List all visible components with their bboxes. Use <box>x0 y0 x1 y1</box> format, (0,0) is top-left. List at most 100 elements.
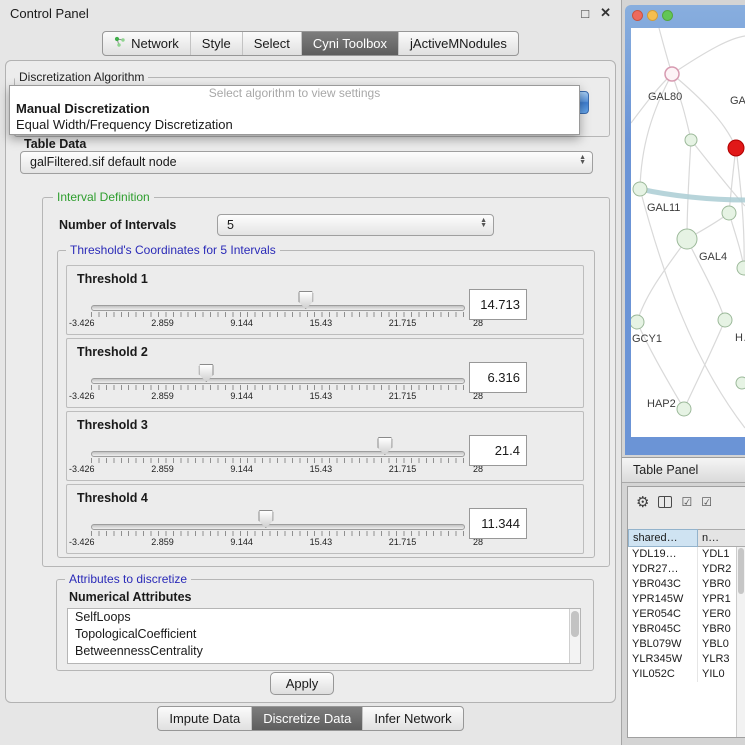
scrollbar-thumb[interactable] <box>738 548 744 594</box>
threshold-label: Threshold 2 <box>77 345 148 359</box>
threshold-panel: Threshold 2 -3.426 2.859 9.144 15.43 21.… <box>66 338 584 408</box>
network-view-window: GAL80 GA… GAL11 GAL4 GCY1 H… HAP2 <box>625 5 745 455</box>
tab-label: Style <box>202 36 231 51</box>
threshold-value-field[interactable]: 14.713 <box>469 289 527 320</box>
table-row[interactable]: YDL19…YDL1 <box>628 547 745 562</box>
tick-label: 2.859 <box>151 464 174 474</box>
tab-jactivemnodules[interactable]: jActiveMNodules <box>398 32 518 55</box>
tick-label: 15.43 <box>310 464 333 474</box>
network-node[interactable] <box>722 206 736 220</box>
tab-select[interactable]: Select <box>242 32 301 55</box>
table-row[interactable]: YBR045CYBR0 <box>628 622 745 637</box>
mac-minimize-button[interactable] <box>647 10 658 21</box>
node-label: H… <box>735 332 745 344</box>
float-window-icon[interactable]: □ <box>581 6 589 21</box>
table-data-combobox[interactable]: galFiltered.sif default node ▲▼ <box>20 151 593 174</box>
slider-scale: -3.426 2.859 9.144 15.43 21.715 28 <box>69 464 483 474</box>
mac-zoom-button[interactable] <box>662 10 673 21</box>
network-node[interactable] <box>718 313 732 327</box>
table-cell: YIL052C <box>628 667 698 682</box>
threshold-label: Threshold 4 <box>77 491 148 505</box>
table-cell: YPR145W <box>628 592 698 607</box>
gear-icon[interactable]: ⚙ <box>636 493 649 511</box>
attribute-item[interactable]: TopologicalCoefficient <box>68 626 580 643</box>
close-icon[interactable]: ✕ <box>600 5 611 21</box>
network-node-highlighted[interactable] <box>665 67 679 81</box>
network-node[interactable] <box>677 229 697 249</box>
table-row[interactable]: YBR043CYBR0 <box>628 577 745 592</box>
network-canvas[interactable]: GAL80 GA… GAL11 GAL4 GCY1 H… HAP2 <box>631 28 745 437</box>
node-label: HAP2 <box>647 398 676 410</box>
network-node[interactable] <box>737 261 745 275</box>
table-scrollbar[interactable] <box>736 547 745 737</box>
tick-label: 2.859 <box>151 391 174 401</box>
slider-thumb[interactable] <box>258 510 273 528</box>
table-cell: YBL079W <box>628 637 698 652</box>
highlighted-edge[interactable] <box>640 189 745 200</box>
tab-infer-network[interactable]: Infer Network <box>362 707 462 730</box>
table-cell: YER054C <box>628 607 698 622</box>
tick-label: 21.715 <box>389 391 417 401</box>
network-nodes[interactable] <box>631 134 745 416</box>
table-row[interactable]: YLR345WYLR3 <box>628 652 745 667</box>
table-cell: YLR345W <box>628 652 698 667</box>
attribute-item[interactable]: BetweennessCentrality <box>68 643 580 660</box>
network-node[interactable] <box>677 402 691 416</box>
algorithm-option-equal-width[interactable]: Equal Width/Frequency Discretization <box>10 117 579 133</box>
slider-ticks <box>91 458 465 463</box>
tab-label: Infer Network <box>374 711 451 726</box>
slider-thumb[interactable] <box>199 364 214 382</box>
columns-icon[interactable] <box>658 496 672 508</box>
tab-impute-data[interactable]: Impute Data <box>158 707 251 730</box>
combo-spinner-icon: ▲▼ <box>480 218 487 228</box>
table-data-value: galFiltered.sif default node <box>21 152 592 173</box>
cyni-toolbox-panel: Discretization Algorithm ▲ ▼ Select algo… <box>5 60 616 703</box>
table-row[interactable]: YIL052CYIL0 <box>628 667 745 682</box>
slider-thumb[interactable] <box>377 437 392 455</box>
table-cell: YDL19… <box>628 547 698 562</box>
slider-ticks <box>91 385 465 390</box>
attribute-item[interactable]: SelfLoops <box>68 609 580 626</box>
slider-thumb[interactable] <box>298 291 313 309</box>
threshold-value-field[interactable]: 21.4 <box>469 435 527 466</box>
tick-label: -3.426 <box>69 318 95 328</box>
table-row[interactable]: YDR27…YDR2 <box>628 562 745 577</box>
scrollbar-thumb[interactable] <box>571 611 579 637</box>
threshold-label: Threshold 3 <box>77 418 148 432</box>
tick-label: 21.715 <box>389 464 417 474</box>
table-body: YDL19…YDL1YDR27…YDR2YBR043CYBR0YPR145WYP… <box>628 547 745 738</box>
network-node[interactable] <box>685 134 697 146</box>
threshold-panel: Threshold 3 -3.426 2.859 9.144 15.43 21.… <box>66 411 584 481</box>
tab-cyni-toolbox[interactable]: Cyni Toolbox <box>301 32 398 55</box>
table-cell: YBR045C <box>628 622 698 637</box>
tick-label: 15.43 <box>310 537 333 547</box>
network-node[interactable] <box>631 315 644 329</box>
node-label: GAL4 <box>699 251 727 263</box>
apply-button[interactable]: Apply <box>270 672 334 695</box>
threshold-value-field[interactable]: 6.316 <box>469 362 527 393</box>
table-row[interactable]: YPR145WYPR1 <box>628 592 745 607</box>
column-header-shared[interactable]: shared… <box>628 529 698 547</box>
mac-close-button[interactable] <box>632 10 643 21</box>
threshold-value-field[interactable]: 11.344 <box>469 508 527 539</box>
bottom-tabbar: Impute Data Discretize Data Infer Networ… <box>0 706 621 731</box>
table-row[interactable]: YBL079WYBL0 <box>628 637 745 652</box>
tab-network[interactable]: Network <box>103 32 190 55</box>
table-toolbar-spacer <box>628 517 745 529</box>
list-scrollbar[interactable] <box>569 609 580 663</box>
network-node[interactable] <box>633 182 647 196</box>
checkbox-icon[interactable]: ☑ <box>701 495 712 509</box>
network-node-selected-red[interactable] <box>728 140 744 156</box>
column-header-n[interactable]: n… <box>698 529 745 547</box>
tab-label: Discretize Data <box>263 711 351 726</box>
tab-discretize-data[interactable]: Discretize Data <box>251 707 362 730</box>
number-of-intervals-combobox[interactable]: 5 ▲▼ <box>217 214 494 236</box>
tab-style[interactable]: Style <box>190 32 242 55</box>
checkbox-icon[interactable]: ☑ <box>681 495 692 509</box>
network-node[interactable] <box>736 377 745 389</box>
algorithm-option-manual[interactable]: Manual Discretization <box>10 101 579 117</box>
numerical-attributes-list[interactable]: SelfLoopsTopologicalCoefficientBetweenne… <box>67 608 581 664</box>
table-header: shared… n… <box>628 529 745 547</box>
tick-label: 9.144 <box>230 318 253 328</box>
table-row[interactable]: YER054CYER0 <box>628 607 745 622</box>
